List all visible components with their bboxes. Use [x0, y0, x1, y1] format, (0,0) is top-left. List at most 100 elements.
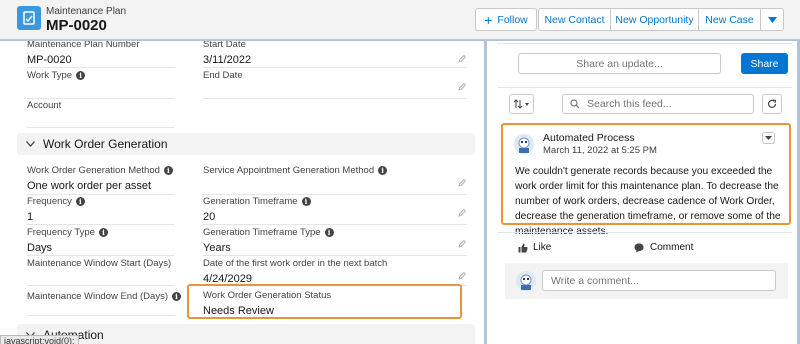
- field-label: Maintenance Plan Number: [27, 41, 140, 50]
- field-value: [203, 180, 387, 194]
- record-name: MP-0020: [46, 17, 107, 34]
- follow-button[interactable]: + Follow: [475, 8, 537, 31]
- field-generation-timeframe-type: Generation Timeframe Type i Years: [203, 226, 334, 256]
- chatter-feed-panel: Share an update... Share Search this fee…: [487, 41, 797, 344]
- field-label: Generation Timeframe: [203, 195, 298, 207]
- action-button-group: New Contact New Opportunity New Case: [538, 8, 784, 31]
- like-button[interactable]: Like: [518, 242, 551, 253]
- field-value: [27, 306, 181, 320]
- info-icon[interactable]: i: [324, 227, 334, 237]
- new-opportunity-button[interactable]: New Opportunity: [611, 8, 699, 31]
- edit-pencil-icon[interactable]: [458, 272, 466, 280]
- info-icon[interactable]: i: [163, 165, 173, 175]
- edit-pencil-icon[interactable]: [458, 55, 466, 63]
- refresh-icon: [767, 99, 777, 109]
- more-actions-button[interactable]: [761, 8, 784, 31]
- section-automation[interactable]: Automation: [17, 324, 475, 344]
- post-timestamp[interactable]: March 11, 2022 at 5:25 PM: [543, 145, 657, 156]
- comment-button[interactable]: Comment: [634, 242, 693, 253]
- field-label: Maintenance Window End (Days): [27, 290, 168, 302]
- field-first-work-order-date: Date of the first work order in the next…: [203, 257, 387, 287]
- sort-feed-button[interactable]: [509, 94, 534, 114]
- search-feed-input[interactable]: Search this feed...: [562, 94, 754, 114]
- divider: [497, 87, 792, 88]
- edit-pencil-icon[interactable]: [458, 209, 466, 217]
- info-icon[interactable]: i: [76, 70, 86, 80]
- field-service-appointment-method: Service Appointment Generation Method i: [203, 164, 388, 194]
- field-divider: [27, 224, 175, 225]
- plus-icon: +: [484, 11, 493, 28]
- field-label: Work Type: [27, 69, 73, 81]
- field-divider: [203, 255, 467, 256]
- comment-label: Comment: [650, 242, 694, 253]
- divider: [497, 43, 792, 44]
- field-value: Needs Review: [203, 305, 274, 317]
- info-icon[interactable]: i: [171, 291, 181, 301]
- like-icon: [518, 243, 528, 252]
- field-window-start: Maintenance Window Start (Days): [27, 257, 171, 287]
- field-label: Date of the first work order in the next…: [203, 257, 388, 269]
- post-body: We couldn't generate records because you…: [515, 166, 781, 237]
- follow-label: Follow: [497, 13, 528, 26]
- chevron-down-icon: [767, 16, 777, 23]
- info-icon[interactable]: i: [378, 165, 388, 175]
- avatar: [516, 271, 536, 291]
- sort-icon: [513, 99, 529, 109]
- field-label: Maintenance Window Start (Days): [27, 257, 172, 269]
- field-maintenance-plan-number: Maintenance Plan Number MP-0020: [27, 41, 139, 68]
- post-author[interactable]: Automated Process: [543, 132, 635, 144]
- field-frequency-type: Frequency Type i Days: [27, 226, 108, 256]
- info-icon[interactable]: i: [98, 227, 108, 237]
- edit-pencil-icon[interactable]: [458, 240, 466, 248]
- chevron-down-icon: [23, 141, 37, 147]
- search-icon: [570, 99, 580, 109]
- field-divider: [27, 127, 175, 128]
- field-value: Days: [27, 242, 53, 254]
- record-header: Maintenance Plan MP-0020 + Follow New Co…: [0, 0, 800, 40]
- divider: [497, 232, 792, 233]
- field-value: MP-0020: [27, 54, 72, 66]
- comment-area: Write a comment...: [505, 263, 788, 299]
- field-label: Start Date: [203, 41, 246, 50]
- field-divider: [27, 315, 175, 316]
- search-feed-placeholder: Search this feed...: [587, 98, 672, 110]
- section-work-order-generation[interactable]: Work Order Generation: [17, 133, 475, 155]
- comment-icon: [634, 243, 644, 252]
- field-value: 20: [203, 211, 216, 223]
- field-account: Account: [27, 99, 61, 129]
- comment-input[interactable]: Write a comment...: [542, 270, 776, 291]
- field-label: Service Appointment Generation Method: [203, 164, 375, 176]
- field-work-type: Work Type i: [27, 69, 86, 99]
- field-value: [27, 85, 85, 99]
- field-divider: [203, 98, 467, 99]
- like-label: Like: [533, 242, 552, 253]
- new-contact-button[interactable]: New Contact: [538, 8, 611, 31]
- info-icon[interactable]: i: [75, 196, 85, 206]
- field-value: 3/11/2022: [203, 54, 252, 66]
- field-label: Work Order Generation Status: [203, 289, 332, 301]
- field-generation-timeframe: Generation Timeframe i 20: [203, 195, 311, 225]
- edit-pencil-icon[interactable]: [458, 83, 466, 91]
- field-label: Account: [27, 99, 62, 111]
- refresh-feed-button[interactable]: [762, 94, 782, 114]
- field-label: Generation Timeframe Type: [203, 226, 321, 238]
- follow-button-group: + Follow: [475, 8, 537, 31]
- field-value: 1: [27, 211, 34, 223]
- object-type-label: Maintenance Plan: [46, 6, 127, 17]
- browser-status-bar: javascript:void(0);: [0, 335, 79, 344]
- new-case-button[interactable]: New Case: [699, 8, 761, 31]
- field-label: Work Order Generation Method: [27, 164, 160, 176]
- field-divider: [27, 285, 175, 286]
- info-icon[interactable]: i: [301, 196, 311, 206]
- post-menu-button[interactable]: [762, 132, 775, 144]
- field-end-date: End Date: [203, 69, 243, 99]
- field-label: Frequency: [27, 195, 72, 207]
- share-update-input[interactable]: Share an update...: [518, 53, 721, 74]
- edit-pencil-icon[interactable]: [458, 179, 466, 187]
- field-label: End Date: [203, 69, 243, 81]
- share-button[interactable]: Share: [741, 53, 788, 74]
- field-generation-status: Work Order Generation Status Needs Revie…: [203, 289, 331, 319]
- field-divider: [27, 255, 175, 256]
- record-detail-panel: Maintenance Plan Number MP-0020 Start Da…: [0, 41, 484, 344]
- section-title: Work Order Generation: [43, 137, 168, 151]
